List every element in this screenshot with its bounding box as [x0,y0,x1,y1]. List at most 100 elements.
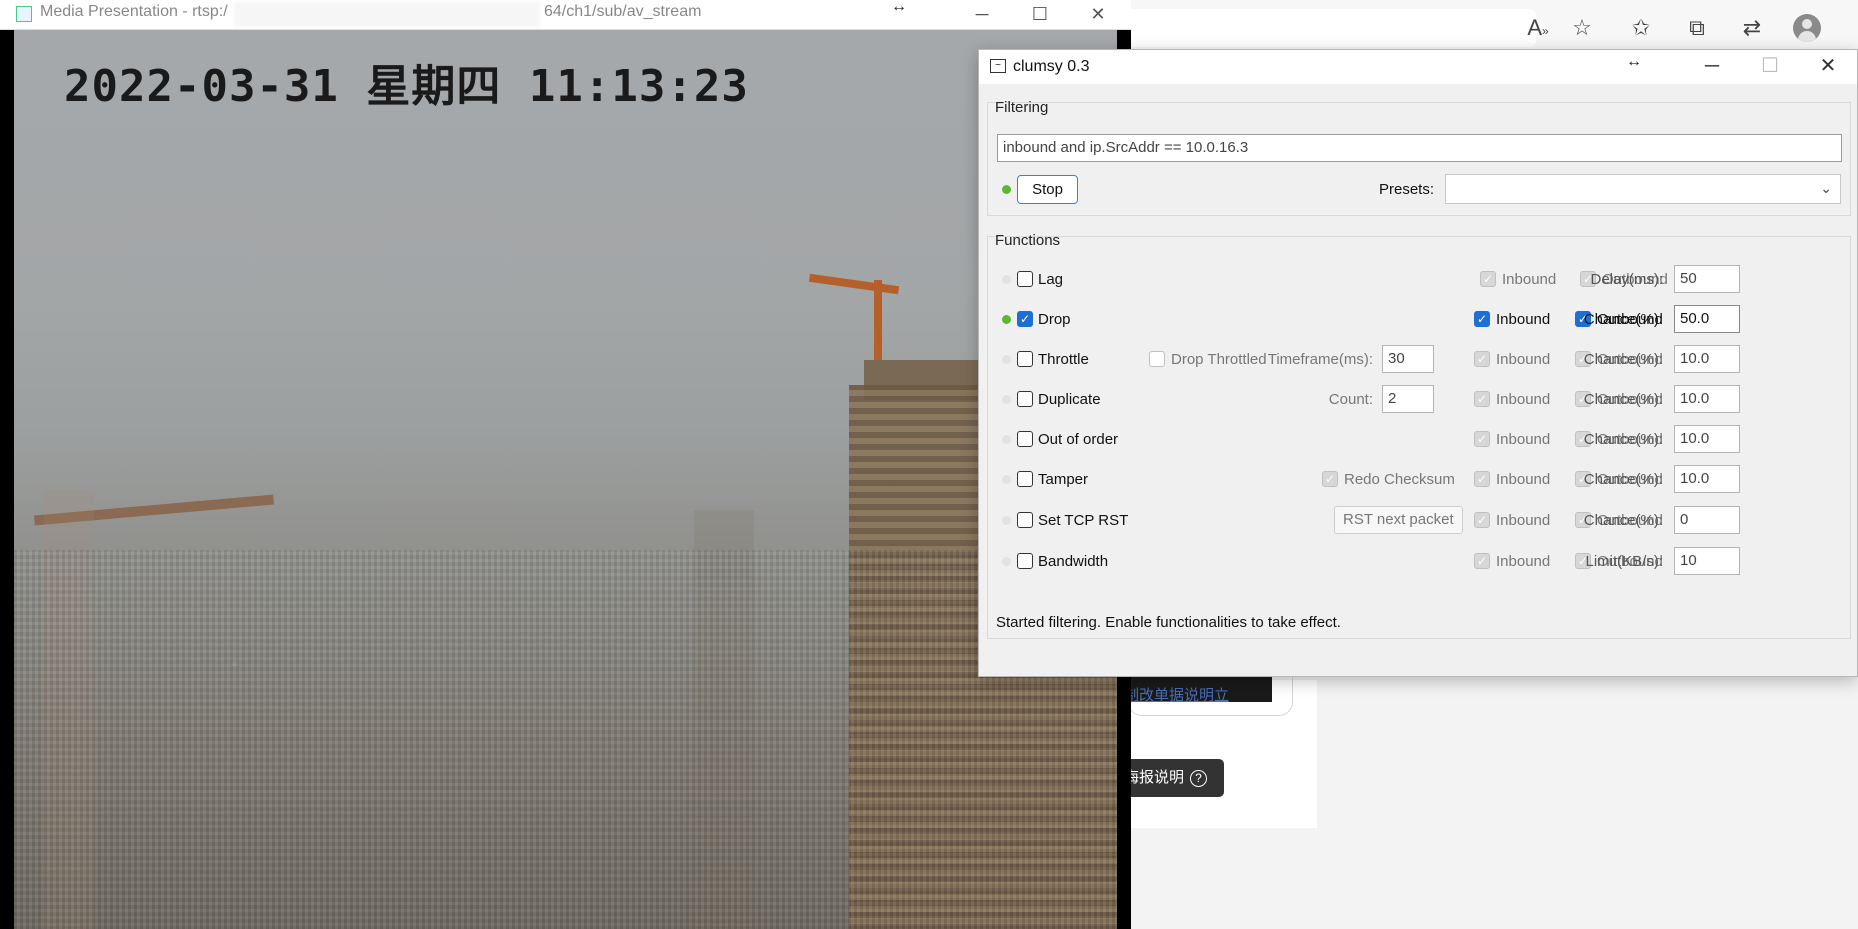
profile-icon[interactable] [1793,14,1821,42]
media-title-prefix: Media Presentation - rtsp:/ [40,3,228,20]
question-icon: ? [1190,769,1208,787]
redacted-address [234,2,540,27]
inbound-label: Inbound [1496,471,1551,488]
param-label: Chance(%): [1583,391,1663,408]
inbound-checkbox: ✓ [1480,271,1496,287]
function-indicator [1002,395,1011,404]
functions-label: Functions [995,232,1061,249]
close-icon[interactable]: ✕ [1799,50,1857,84]
param-input[interactable]: 50.0 [1674,305,1740,333]
function-enable-checkbox[interactable] [1017,471,1033,487]
param-input[interactable]: 0 [1674,506,1740,534]
minimize-icon[interactable]: ─ [1683,50,1741,84]
param-label: Limit(KB/s): [1585,553,1663,570]
inbound-checkbox: ✓ [1474,471,1490,487]
function-indicator [1002,557,1011,566]
clumsy-app-icon: ~ [990,59,1006,73]
param-input[interactable]: 10.0 [1674,425,1740,453]
read-aloud-icon[interactable]: A» [1524,14,1552,42]
filtering-label: Filtering [995,99,1049,116]
param-input[interactable]: 10.0 [1674,385,1740,413]
collections-icon[interactable]: ⧉ [1683,14,1711,42]
chevron-down-icon: ⌄ [1820,180,1832,196]
function-name: Out of order [1038,431,1119,448]
function-enable-checkbox[interactable] [1017,512,1033,528]
inbound-label: Inbound [1496,512,1551,529]
function-indicator [1002,435,1011,444]
extra-checkbox[interactable] [1149,351,1165,367]
function-indicator [1002,315,1011,324]
function-name: Duplicate [1038,391,1101,408]
inbound-label: Inbound [1496,391,1551,408]
rst-next-packet-button[interactable]: RST next packet [1334,506,1463,534]
video-timestamp: 2022-03-31 星期四 11:13:23 [64,61,749,112]
param-input[interactable]: 10 [1674,547,1740,575]
param-label: Chance(%): [1583,311,1663,328]
extra-label: Timeframe(ms): [1267,351,1373,368]
presets-select[interactable]: ⌄ [1445,174,1841,204]
address-bar[interactable] [1120,9,1536,47]
param-label: Chance(%): [1583,471,1663,488]
filter-input[interactable]: inbound and ip.SrcAddr == 10.0.16.3 [997,134,1842,162]
extra-check-label: Drop Throttled [1171,351,1267,368]
inbound-label: Inbound [1496,431,1551,448]
minimize-icon[interactable]: ─ [953,0,1011,30]
inbound-checkbox: ✓ [1474,553,1490,569]
help-link[interactable]: 制改单据说明立 [1124,684,1229,705]
function-indicator [1002,516,1011,525]
inbound-checkbox: ✓ [1474,351,1490,367]
extra-checkbox[interactable]: ✓ [1322,471,1338,487]
function-indicator [1002,355,1011,364]
inbound-label: Inbound [1496,311,1551,328]
maximize-icon[interactable]: ☐ [1011,0,1069,30]
function-enable-checkbox[interactable] [1017,391,1033,407]
function-enable-checkbox[interactable] [1017,351,1033,367]
function-name: Bandwidth [1038,553,1109,570]
clumsy-window: ~ clumsy 0.3 ↔ ─ ☐ ✕ Filtering inbound a… [978,49,1858,677]
extra-input[interactable]: 30 [1382,345,1434,373]
poster-help-label: 海报说明 [1124,769,1185,786]
extra-label: Count: [1328,391,1373,408]
inbound-checkbox: ✓ [1474,431,1490,447]
close-icon[interactable]: ✕ [1069,0,1127,30]
status-message: Started filtering. Enable functionalitie… [996,614,1341,631]
favorites-icon[interactable]: ✩ [1627,14,1655,42]
param-input[interactable]: 10.0 [1674,345,1740,373]
param-label: Delay(ms): [1590,271,1663,288]
inbound-label: Inbound [1496,553,1551,570]
extra-input[interactable]: 2 [1382,385,1434,413]
function-name: Drop [1038,311,1071,328]
resize-cursor-icon: ↔ [891,0,907,15]
function-name: Throttle [1038,351,1089,368]
video-frame: 2022-03-31 星期四 11:13:23 [14,30,1117,929]
clumsy-titlebar[interactable]: ~ clumsy 0.3 ↔ ─ ☐ ✕ [979,50,1857,84]
function-name: Set TCP RST [1038,512,1129,529]
extra-check-label: Redo Checksum [1344,471,1455,488]
function-name: Lag [1038,271,1064,288]
favorite-add-icon[interactable]: ☆ [1568,14,1596,42]
param-label: Chance(%): [1583,351,1663,368]
extensions-icon[interactable]: ⇄ [1738,14,1766,42]
param-input[interactable]: 10.0 [1674,465,1740,493]
function-enable-checkbox[interactable] [1017,553,1033,569]
function-indicator [1002,475,1011,484]
maximize-icon: ☐ [1761,55,1779,77]
param-input[interactable]: 50 [1674,265,1740,293]
inbound-checkbox[interactable]: ✓ [1474,311,1490,327]
function-enable-checkbox[interactable] [1017,431,1033,447]
function-enable-checkbox[interactable]: ✓ [1017,311,1033,327]
media-title-suffix: 64/ch1/sub/av_stream [544,3,702,20]
param-label: Chance(%): [1583,512,1663,529]
clumsy-title: clumsy 0.3 [1013,58,1090,75]
stop-button[interactable]: Stop [1017,175,1078,204]
resize-cursor-icon: ↔ [1626,53,1642,70]
inbound-label: Inbound [1496,351,1551,368]
function-indicator [1002,275,1011,284]
app-icon [16,6,32,22]
crane-arm [808,273,900,295]
param-label: Chance(%): [1583,431,1663,448]
media-titlebar[interactable]: Media Presentation - rtsp:/ 64/ch1/sub/a… [0,0,1131,30]
poster-help-button[interactable]: 海报说明? [1122,759,1224,797]
status-indicator [1002,185,1011,194]
function-enable-checkbox[interactable] [1017,271,1033,287]
